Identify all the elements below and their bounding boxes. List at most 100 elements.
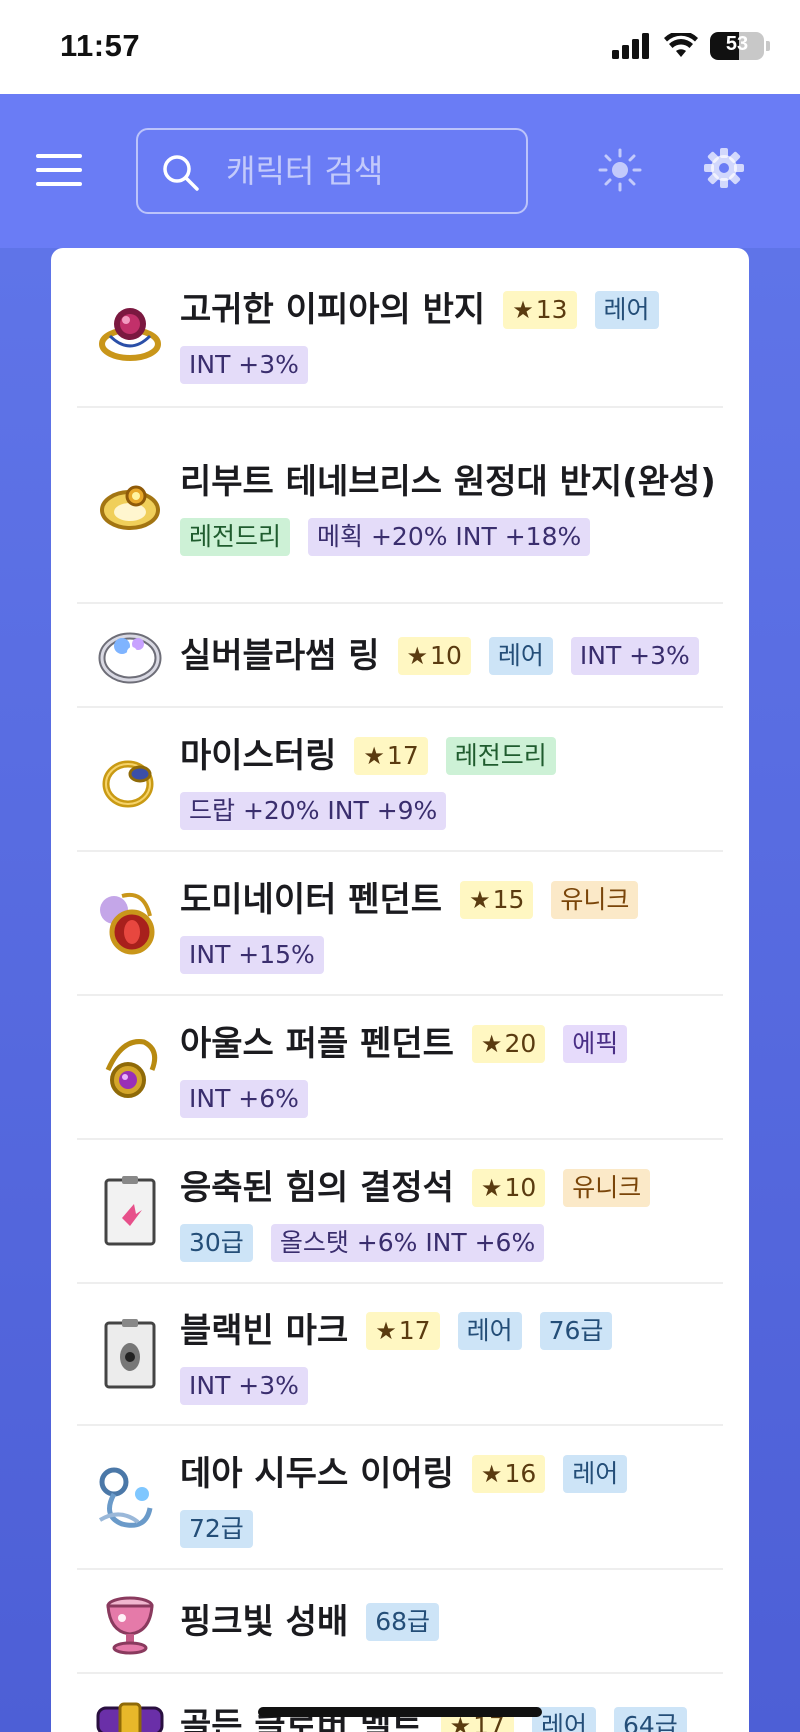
star-force-badge: 20 [471, 1025, 546, 1063]
ring-gold-icon [100, 485, 160, 530]
ring-meister-icon [102, 760, 154, 808]
earring-icon [98, 1467, 153, 1528]
item-name-line: 아울스 퍼플 펜던트 20 에픽 [180, 1018, 723, 1070]
star-force-badge: 16 [471, 1455, 546, 1493]
item-name: 응축된 힘의 결정석 [180, 1168, 454, 1208]
equipment-item[interactable]: 고귀한 이피아의 반지 13 레어 INT +3% [77, 262, 723, 408]
star-force-badge: 10 [471, 1169, 546, 1207]
item-name: 리부트 테네브리스 원정대 반지(완성) [180, 462, 716, 502]
chalice-icon [106, 1596, 154, 1655]
item-body: 마이스터링 17 레전드리드랍 +20% INT +9% [180, 730, 723, 830]
battery-tip [766, 41, 770, 51]
ring-rose-icon [99, 308, 161, 361]
item-name: 실버블라썸 링 [180, 636, 380, 676]
item-name-line: 실버블라썸 링 10 레어 INT +3% [180, 630, 723, 682]
item-name: 고귀한 이피아의 반지 [180, 290, 486, 330]
item-body: 실버블라썸 링 10 레어 INT +3% [180, 630, 723, 682]
menu-bar-middle [36, 168, 82, 172]
star-force-badge: 13 [503, 291, 577, 329]
badge-crystal-icon [104, 1176, 156, 1246]
equipment-item[interactable]: 마이스터링 17 레전드리드랍 +20% INT +9% [77, 710, 723, 852]
wifi-icon [664, 33, 698, 57]
item-name: 마이스터링 [180, 736, 337, 776]
stat-badge: INT +3% [570, 637, 699, 675]
item-name-line: 리부트 테네브리스 원정대 반지(완성) [180, 456, 723, 508]
item-body: 아울스 퍼플 펜던트 20 에픽 INT +6% [180, 1018, 723, 1118]
item-name: 블랙빈 마크 [180, 1311, 349, 1351]
potential-grade-badge: 레전드리 [180, 518, 291, 556]
battery-icon: 53 [710, 32, 764, 60]
item-name: 아울스 퍼플 펜던트 [180, 1024, 454, 1064]
star-force-badge: 17 [354, 737, 428, 775]
potential-grade-badge: 유니크 [551, 881, 639, 919]
item-body: 데아 시두스 이어링 16 레어 72급 [180, 1448, 723, 1548]
potential-grade-badge: 레어 [594, 291, 659, 329]
item-body: 응축된 힘의 결정석 10 유니크 30급 올스탯 +6% INT +6% [180, 1162, 723, 1262]
item-stat-line: 드랍 +20% INT +9% [180, 792, 723, 830]
level-grade-badge: 76급 [539, 1312, 613, 1350]
status-bar: 11:57 53 [0, 0, 800, 94]
equipment-item[interactable]: 실버블라썸 링 10 레어 INT +3% [77, 606, 723, 708]
stat-badge: INT +3% [180, 346, 308, 384]
equipment-item[interactable]: 응축된 힘의 결정석 10 유니크 30급 올스탯 +6% INT +6% [77, 1142, 723, 1284]
equipment-list: 고귀한 이피아의 반지 13 레어 INT +3% 리부트 테네브리스 원정대 반지(완… [51, 248, 749, 1732]
equipment-item[interactable]: 리부트 테네브리스 원정대 반지(완성) 레전드리 메획 +20% INT +18% [77, 410, 723, 604]
item-stat-line: 72급 [180, 1510, 723, 1548]
potential-grade-badge: 레어 [457, 1312, 522, 1350]
level-grade-badge: 68급 [366, 1603, 440, 1641]
item-name-line: 블랙빈 마크 17 레어 76급 [180, 1305, 723, 1357]
stat-badge: INT +15% [180, 936, 324, 974]
equipment-item[interactable]: 아울스 퍼플 펜던트 20 에픽 INT +6% [77, 998, 723, 1140]
menu-bar-bottom [36, 182, 82, 186]
badge-mark-icon [104, 1319, 156, 1389]
stat-badge: 올스탯 +6% INT +6% [270, 1224, 545, 1262]
item-name-line: 고귀한 이피아의 반지 13 레어 [180, 284, 723, 336]
item-name-line: 마이스터링 17 레전드리 [180, 730, 723, 782]
item-body: 리부트 테네브리스 원정대 반지(완성) 레전드리 메획 +20% INT +18% [180, 456, 723, 556]
item-stat-line: 레전드리 메획 +20% INT +18% [180, 518, 723, 556]
equipment-item[interactable]: 골든 클로버 벨트17레어64급 [77, 1676, 723, 1732]
search-input[interactable] [226, 144, 516, 198]
potential-grade-badge: 레어 [563, 1455, 628, 1493]
app-header [0, 94, 800, 248]
potential-grade-badge: 레전드리 [445, 737, 556, 775]
item-name-line: 도미네이터 펜던트 15 유니크 [180, 874, 723, 926]
item-name: 도미네이터 펜던트 [180, 880, 443, 920]
equipment-item[interactable]: 도미네이터 펜던트 15 유니크 INT +15% [77, 854, 723, 996]
item-stat-line: INT +3% [180, 346, 723, 384]
pendant-red-icon [100, 893, 155, 955]
equipment-item[interactable]: 핑크빛 성배 68급 [77, 1572, 723, 1674]
equipment-item[interactable]: 블랙빈 마크 17 레어 76급 INT +3% [77, 1286, 723, 1426]
sun-icon[interactable] [596, 146, 644, 194]
star-force-badge: 15 [460, 881, 534, 919]
menu-button[interactable] [36, 154, 82, 186]
item-body: 블랙빈 마크 17 레어 76급 INT +3% [180, 1305, 723, 1405]
item-body: 핑크빛 성배 68급 [180, 1596, 723, 1648]
potential-grade-badge: 레어 [488, 637, 553, 675]
ring-silver-icon [98, 632, 162, 684]
stat-badge: 메획 +20% INT +18% [308, 518, 591, 556]
star-force-badge: 17 [366, 1312, 440, 1350]
item-stat-line: 30급 올스탯 +6% INT +6% [180, 1224, 723, 1262]
item-stat-line: INT +15% [180, 936, 723, 974]
equipment-item[interactable]: 데아 시두스 이어링 16 레어 72급 [77, 1428, 723, 1570]
item-name: 핑크빛 성배 [180, 1602, 349, 1642]
stat-badge: 드랍 +20% INT +9% [180, 792, 447, 830]
level-grade-badge: 64급 [613, 1707, 687, 1732]
pendant-purple-icon [105, 1039, 158, 1098]
gear-icon[interactable] [700, 144, 748, 192]
potential-grade-badge: 에픽 [563, 1025, 628, 1063]
item-name-line: 응축된 힘의 결정석 10 유니크 [180, 1162, 723, 1214]
home-indicator [258, 1707, 542, 1717]
search-icon [163, 155, 199, 191]
search-box[interactable] [136, 128, 528, 214]
belt-icon [96, 1702, 164, 1732]
status-time: 11:57 [60, 28, 141, 63]
level-grade-badge: 30급 [180, 1224, 253, 1262]
item-body: 도미네이터 펜던트 15 유니크 INT +15% [180, 874, 723, 974]
item-body: 고귀한 이피아의 반지 13 레어 INT +3% [180, 284, 723, 384]
level-grade-badge: 72급 [180, 1510, 253, 1548]
item-stat-line: INT +3% [180, 1367, 723, 1405]
item-name: 데아 시두스 이어링 [180, 1454, 454, 1494]
item-stat-line: INT +6% [180, 1080, 723, 1118]
